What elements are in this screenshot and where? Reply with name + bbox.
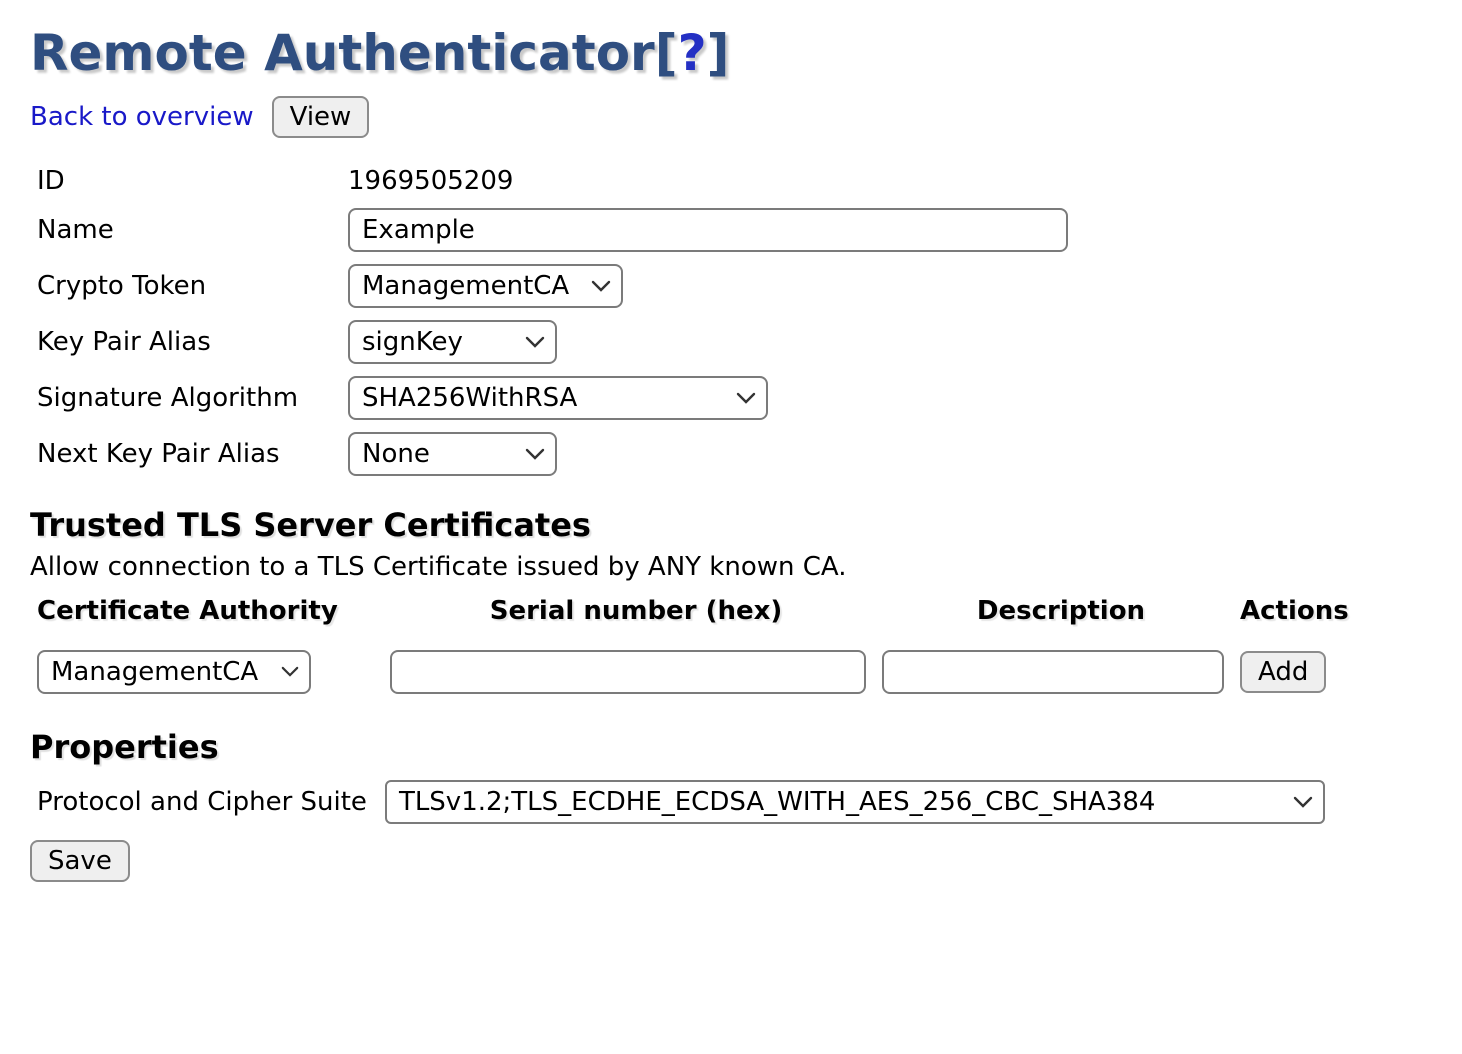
certificate-authority-select[interactable]: ManagementCA [37,650,311,694]
page-title: Remote Authenticator[?] [30,24,1432,82]
column-header-description: Description [882,596,1240,626]
nav-row: Back to overview View [30,96,1432,138]
crypto-token-selected-value: ManagementCA [362,271,569,301]
table-row-cell: ManagementCA [37,650,311,694]
protocol-cipher-row: Protocol and Cipher Suite TLSv1.2;TLS_EC… [37,780,1432,824]
chevron-down-icon [736,392,756,405]
back-to-overview-link[interactable]: Back to overview [30,102,254,132]
chevron-down-icon [525,448,545,461]
trusted-tls-description: Allow connection to a TLS Certificate is… [30,552,1432,582]
id-label: ID [37,166,348,196]
table-row-cell [882,650,1224,694]
next-key-pair-alias-selected-value: None [362,439,430,469]
trusted-tls-table: Certificate Authority Serial number (hex… [37,596,1432,694]
signature-algorithm-select[interactable]: SHA256WithRSA [348,376,768,420]
trusted-tls-heading: Trusted TLS Server Certificates [30,506,1432,544]
name-label: Name [37,215,348,245]
chevron-down-icon [1293,796,1313,809]
chevron-down-icon [525,336,545,349]
signature-algorithm-label: Signature Algorithm [37,383,348,413]
key-pair-alias-label: Key Pair Alias [37,327,348,357]
chevron-down-icon [281,666,299,678]
help-link[interactable]: ? [678,24,707,82]
remote-authenticator-page: Remote Authenticator[?] Back to overview… [0,0,1462,882]
view-button[interactable]: View [272,96,370,138]
next-key-pair-alias-label: Next Key Pair Alias [37,439,348,469]
key-pair-alias-selected-value: signKey [362,327,463,357]
crypto-token-label: Crypto Token [37,271,348,301]
signature-algorithm-selected-value: SHA256WithRSA [362,383,577,413]
certificate-authority-selected-value: ManagementCA [51,657,258,687]
protocol-cipher-select[interactable]: TLSv1.2;TLS_ECDHE_ECDSA_WITH_AES_256_CBC… [385,780,1325,824]
description-input[interactable] [882,650,1224,694]
page-title-bracket: ] [707,24,730,82]
page-title-text: Remote Authenticator[ [30,24,678,82]
column-header-certificate-authority: Certificate Authority [37,596,390,626]
next-key-pair-alias-select[interactable]: None [348,432,557,476]
crypto-token-select[interactable]: ManagementCA [348,264,623,308]
serial-number-input[interactable] [390,650,866,694]
protocol-cipher-label: Protocol and Cipher Suite [37,787,367,817]
column-header-serial-number: Serial number (hex) [390,596,882,626]
table-row-cell [390,650,866,694]
column-header-actions: Actions [1240,596,1432,626]
properties-heading: Properties [30,728,1432,766]
name-input[interactable] [348,208,1068,252]
table-row-cell: Add [1240,651,1326,693]
chevron-down-icon [591,280,611,293]
protocol-cipher-selected-value: TLSv1.2;TLS_ECDHE_ECDSA_WITH_AES_256_CBC… [399,787,1156,817]
save-button[interactable]: Save [30,840,130,882]
authenticator-form: ID 1969505209 Name Crypto Token Manageme… [37,166,1432,476]
id-value: 1969505209 [348,166,1432,196]
key-pair-alias-select[interactable]: signKey [348,320,557,364]
add-button[interactable]: Add [1240,651,1326,693]
